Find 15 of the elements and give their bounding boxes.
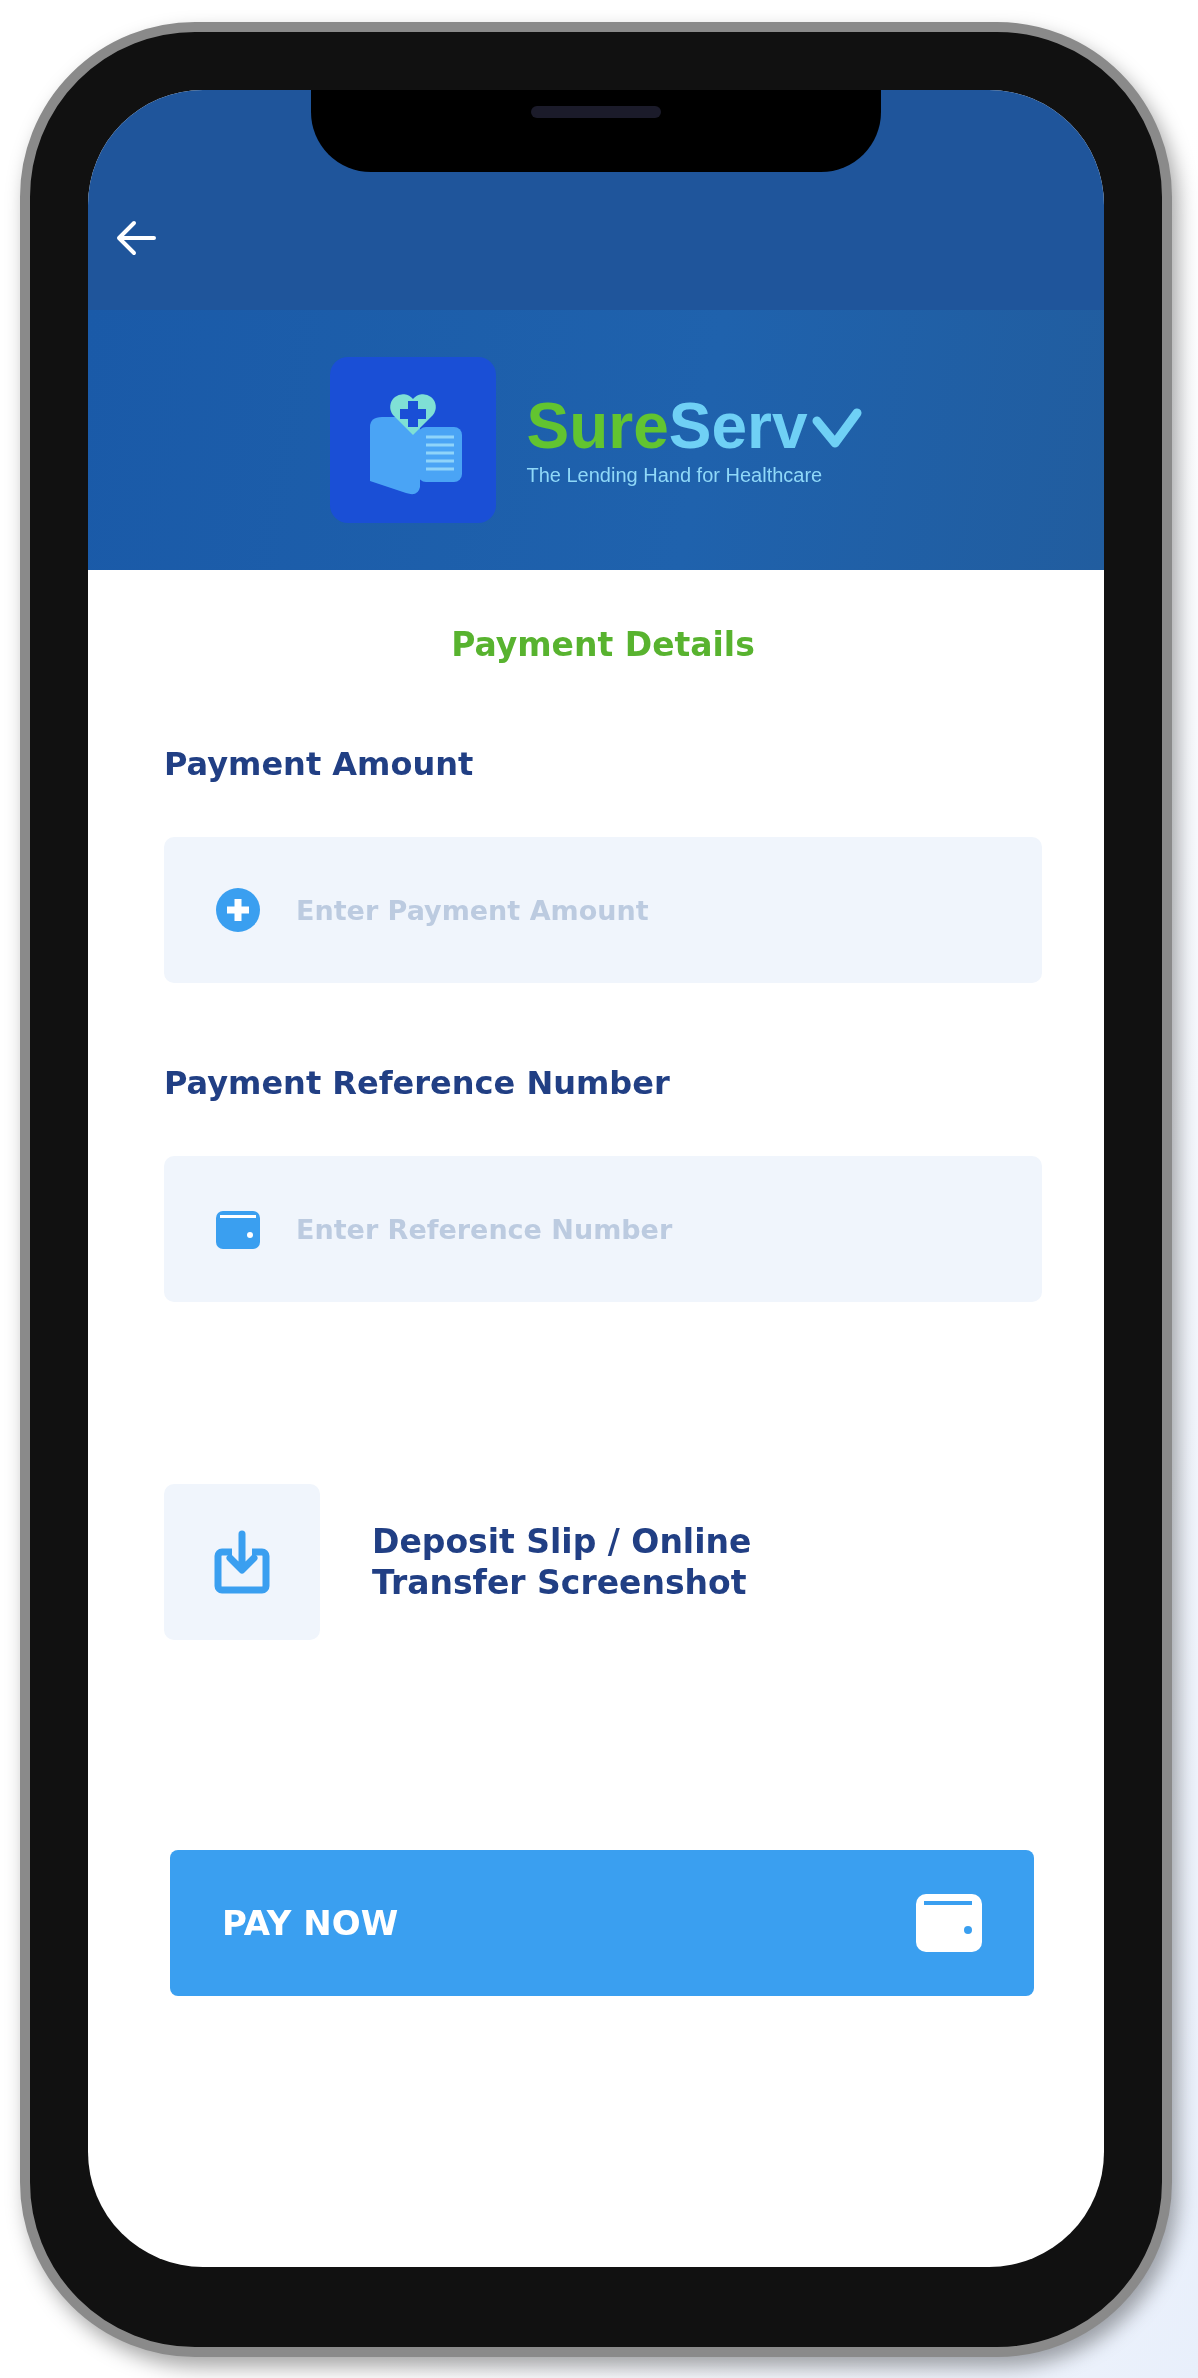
brand-tagline: The Lending Hand for Healthcare xyxy=(526,463,824,487)
upload-download-icon xyxy=(214,1530,270,1594)
back-arrow-icon[interactable] xyxy=(114,218,158,258)
field-label: Payment Amount xyxy=(164,745,475,783)
pay-now-button[interactable]: PAY NOW xyxy=(170,1850,1034,1996)
field-label: Payment Reference Number xyxy=(164,1064,671,1102)
brand-name: SureServ xyxy=(526,393,808,458)
checkmark-icon xyxy=(811,406,862,449)
plus-circle-icon xyxy=(216,888,260,932)
wallet-icon xyxy=(916,1894,982,1952)
upload-button[interactable] xyxy=(164,1484,320,1640)
wallet-icon xyxy=(216,1209,260,1249)
logo-icon xyxy=(330,357,497,523)
page-title: Payment Details xyxy=(450,625,756,664)
upload-label: Deposit Slip / Online Transfer Screenshot xyxy=(372,1520,753,1604)
